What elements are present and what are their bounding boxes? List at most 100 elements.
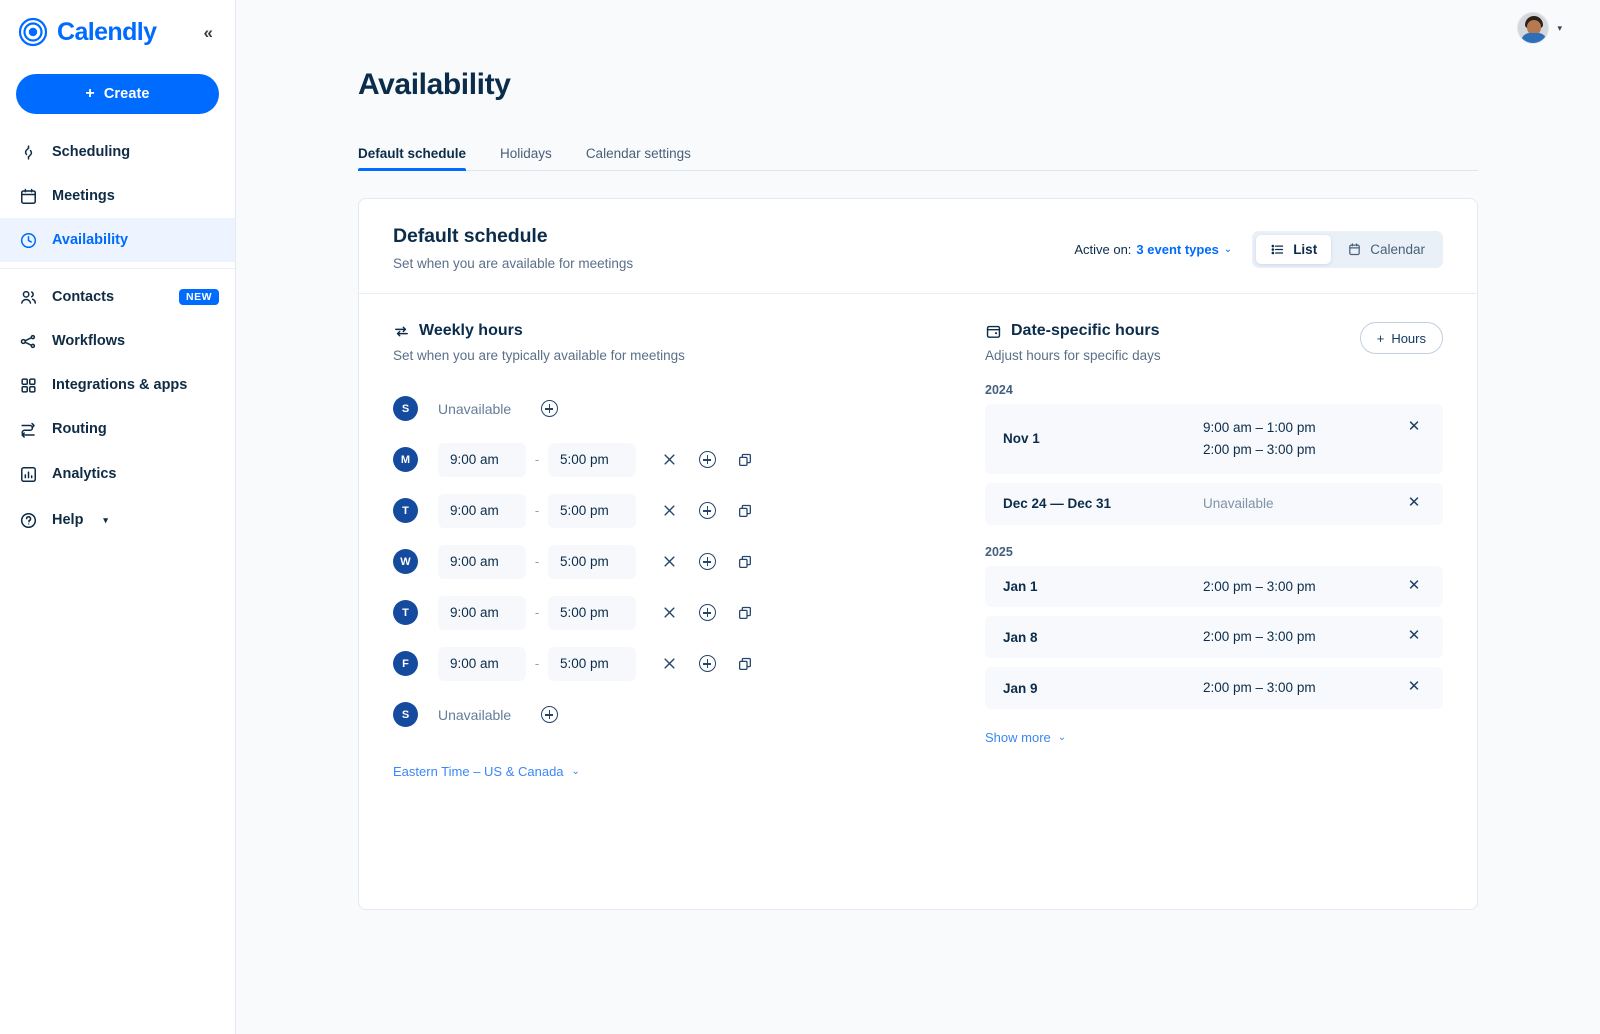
date-specific-time-line: 9:00 am – 1:00 pm: [1203, 420, 1316, 435]
weekly-hours-section: Weekly hours Set when you are typically …: [359, 294, 955, 909]
calendar-icon: [18, 186, 38, 206]
date-specific-hours-section: Date-specific hours Adjust hours for spe…: [955, 294, 1477, 909]
card-header-text: Default schedule Set when you are availa…: [393, 225, 633, 271]
timezone-label: Eastern Time – US & Canada: [393, 764, 564, 779]
chevron-down-icon[interactable]: ▾: [1557, 23, 1562, 34]
add-interval-button[interactable]: [688, 647, 726, 681]
sidebar-item-scheduling[interactable]: Scheduling: [0, 130, 235, 174]
date-specific-date: Jan 9: [1003, 680, 1038, 696]
weekly-hours-title-row: Weekly hours: [393, 322, 955, 340]
active-on-control[interactable]: Active on: 3 event types ⌄: [1074, 242, 1232, 257]
start-time-input[interactable]: [438, 442, 526, 477]
time-range-dash: -: [534, 503, 540, 518]
end-time-input[interactable]: [548, 595, 636, 630]
remove-date-button[interactable]: ✕: [1399, 576, 1429, 594]
tab-holidays[interactable]: Holidays: [500, 146, 552, 170]
copy-times-button[interactable]: [726, 647, 764, 681]
date-specific-times: Unavailable: [1203, 493, 1399, 515]
date-specific-time-line: 2:00 pm – 3:00 pm: [1203, 441, 1316, 457]
copy-times-button[interactable]: [726, 443, 764, 477]
row-actions: [650, 647, 764, 681]
end-time-input[interactable]: [548, 544, 636, 579]
sidebar-item-contacts[interactable]: Contacts NEW: [0, 275, 235, 319]
copy-times-button[interactable]: [726, 494, 764, 528]
add-interval-button[interactable]: [688, 545, 726, 579]
brand[interactable]: Calendly: [18, 17, 157, 47]
add-interval-button[interactable]: [530, 698, 568, 732]
date-specific-times: 2:00 pm – 3:00 pm: [1203, 576, 1399, 598]
sidebar-item-meetings[interactable]: Meetings: [0, 174, 235, 218]
date-specific-row[interactable]: Dec 24 — Dec 31 Unavailable ✕: [985, 482, 1443, 525]
remove-date-button[interactable]: ✕: [1399, 493, 1429, 511]
page-title: Availability: [358, 68, 511, 101]
add-hours-button[interactable]: + Hours: [1359, 322, 1443, 354]
avatar[interactable]: [1517, 12, 1550, 44]
year-group-label: 2024: [985, 383, 1013, 397]
sidebar-item-help[interactable]: Help ▾: [0, 497, 235, 543]
date-specific-date: Jan 1: [1003, 579, 1038, 594]
sidebar-item-label: Integrations & apps: [52, 377, 188, 393]
start-time-input[interactable]: [438, 544, 526, 579]
remove-date-button[interactable]: ✕: [1399, 417, 1429, 435]
remove-interval-button[interactable]: [650, 443, 688, 477]
sidebar-item-routing[interactable]: Routing: [0, 407, 235, 451]
remove-interval-button[interactable]: [650, 596, 688, 630]
start-time-input[interactable]: [438, 595, 526, 630]
add-interval-button[interactable]: [688, 443, 726, 477]
remove-interval-button[interactable]: [650, 494, 688, 528]
tab-calendar-settings[interactable]: Calendar settings: [586, 146, 691, 170]
remove-interval-button[interactable]: [650, 545, 688, 579]
sidebar-item-label: Routing: [52, 421, 107, 437]
add-interval-button[interactable]: [688, 494, 726, 528]
remove-date-button[interactable]: ✕: [1399, 626, 1429, 644]
date-specific-row[interactable]: Jan 9 2:00 pm – 3:00 pm ✕: [985, 667, 1443, 710]
user-menu[interactable]: ▾: [1517, 12, 1562, 44]
date-specific-row[interactable]: Jan 1 2:00 pm – 3:00 pm ✕: [985, 565, 1443, 608]
card-header-actions: Active on: 3 event types ⌄ List Calendar: [1074, 225, 1443, 268]
copy-times-button[interactable]: [726, 596, 764, 630]
calendar-icon: [1347, 242, 1362, 257]
plus-circle-icon: [698, 553, 716, 570]
weekly-hours-title: Weekly hours: [419, 322, 523, 339]
remove-interval-button[interactable]: [650, 647, 688, 681]
timezone-selector[interactable]: Eastern Time – US & Canada ⌄: [393, 764, 580, 779]
date-specific-times: 2:00 pm – 3:00 pm: [1203, 626, 1399, 648]
view-toggle-calendar-label: Calendar: [1370, 242, 1425, 257]
date-specific-time-line: Unavailable: [1203, 495, 1274, 511]
sidebar-item-availability[interactable]: Availability: [0, 218, 235, 262]
view-toggle-calendar[interactable]: Calendar: [1333, 235, 1439, 264]
people-icon: [18, 287, 38, 307]
tab-default-schedule[interactable]: Default schedule: [358, 146, 467, 171]
topbar: ▾: [236, 0, 1600, 56]
sidebar-nav-bottom: Analytics Help ▾: [0, 451, 235, 559]
create-button[interactable]: + Create: [16, 74, 219, 114]
add-interval-button[interactable]: [688, 596, 726, 630]
sidebar-item-integrations-apps[interactable]: Integrations & apps: [0, 363, 235, 407]
active-on-value[interactable]: 3 event types: [1136, 242, 1218, 257]
end-time-input[interactable]: [548, 646, 636, 681]
show-more-button[interactable]: Show more ⌄: [985, 730, 1066, 745]
collapse-sidebar-icon[interactable]: «: [198, 20, 219, 45]
copy-times-button[interactable]: [726, 545, 764, 579]
plus-icon: +: [1376, 330, 1385, 346]
sidebar-item-label: Help: [52, 512, 84, 528]
end-time-input[interactable]: [548, 442, 636, 477]
main-content: ▾ Availability Default schedule Holidays…: [236, 0, 1600, 1034]
sidebar-brand-row: Calendly «: [0, 0, 235, 64]
date-specific-row[interactable]: Jan 8 2:00 pm – 3:00 pm ✕: [985, 616, 1443, 659]
calendly-logo-icon: [18, 17, 48, 47]
sidebar-item-workflows[interactable]: Workflows: [0, 319, 235, 363]
page-header: Availability: [236, 56, 1600, 102]
end-time-input[interactable]: [548, 493, 636, 528]
view-toggle-list-label: List: [1293, 242, 1318, 257]
start-time-input[interactable]: [438, 646, 526, 681]
start-time-input[interactable]: [438, 493, 526, 528]
date-specific-row[interactable]: Nov 1 9:00 am – 1:00 pm 2:00 pm – 3:00 p…: [985, 404, 1443, 474]
add-interval-button[interactable]: [530, 392, 568, 426]
remove-date-button[interactable]: ✕: [1399, 677, 1429, 695]
sidebar-item-analytics[interactable]: Analytics: [0, 451, 235, 497]
view-toggle-list[interactable]: List: [1256, 235, 1332, 264]
sidebar-item-label: Analytics: [52, 466, 117, 482]
calendar-dot-icon: [985, 323, 1002, 340]
link-icon: [18, 142, 38, 162]
